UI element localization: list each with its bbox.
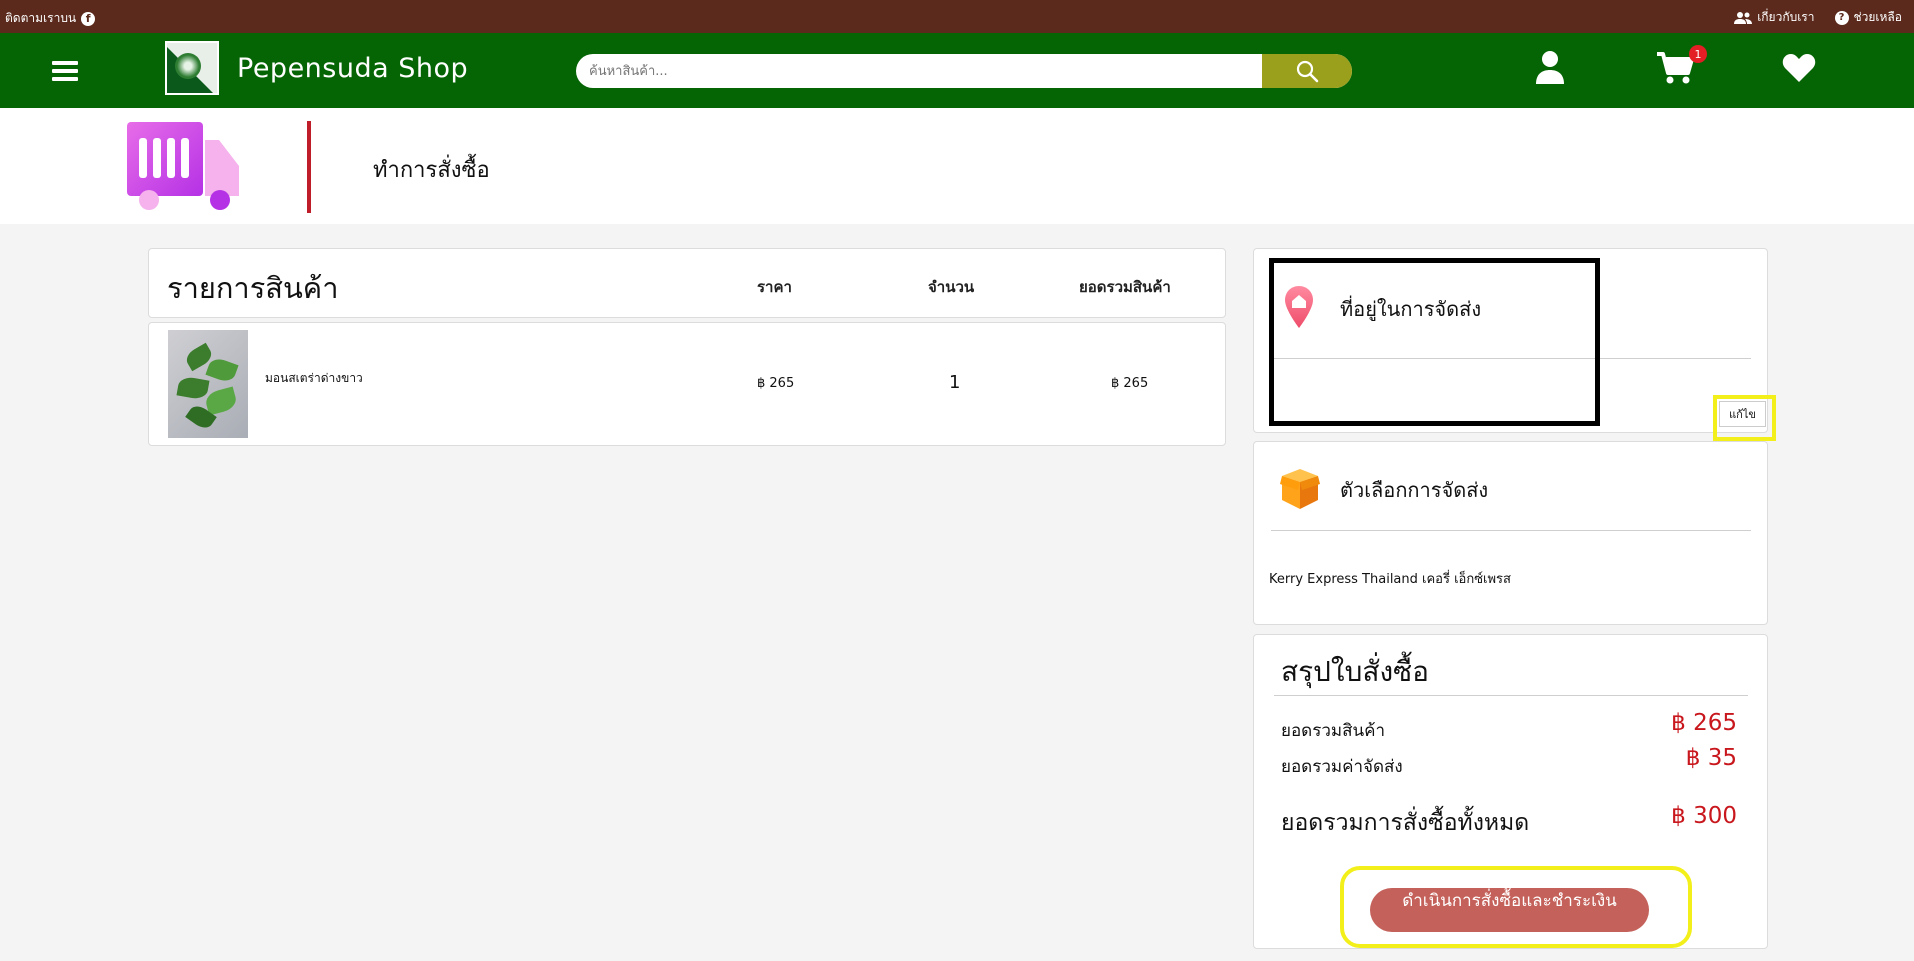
items-header: รายการสินค้า ราคา จำนวน ยอดรวมสินค้า bbox=[148, 248, 1226, 318]
redaction-box bbox=[1269, 258, 1600, 426]
items-heading: รายการสินค้า bbox=[167, 271, 339, 305]
user-icon[interactable] bbox=[1536, 50, 1564, 88]
grand-total-label: ยอดรวมการสั่งซื้อทั้งหมด bbox=[1281, 810, 1530, 836]
product-subtotal: ฿ 265 bbox=[1111, 376, 1149, 391]
column-qty: จำนวน bbox=[928, 278, 975, 296]
search-input[interactable] bbox=[576, 54, 1262, 88]
main-navbar: Pepensuda Shop 1 bbox=[0, 33, 1914, 108]
brand-name[interactable]: Pepensuda Shop bbox=[237, 53, 468, 84]
summary-title: สรุปใบสั่งซื้อ bbox=[1281, 655, 1429, 688]
shipping-total-amount: ฿ 35 bbox=[1685, 745, 1737, 771]
products-total-amount: ฿ 265 bbox=[1671, 710, 1737, 736]
product-name[interactable]: มอนสเตร่าด่างขาว bbox=[265, 369, 363, 388]
table-row: มอนสเตร่าด่างขาว ฿ 265 1 ฿ 265 bbox=[148, 322, 1226, 446]
truck-icon bbox=[127, 122, 239, 210]
facebook-icon[interactable]: f bbox=[81, 11, 96, 26]
products-total-label: ยอดรวมสินค้า bbox=[1281, 721, 1386, 741]
product-qty: 1 bbox=[949, 372, 961, 393]
menu-icon[interactable] bbox=[52, 61, 78, 81]
about-link[interactable]: เกี่ยวกับเรา bbox=[1734, 8, 1815, 27]
grand-total-amount: ฿ 300 bbox=[1671, 803, 1737, 829]
divider bbox=[1274, 695, 1748, 696]
search-button[interactable] bbox=[1262, 54, 1352, 88]
divider bbox=[1271, 530, 1751, 531]
shop-logo[interactable] bbox=[165, 41, 219, 95]
box-icon bbox=[1280, 469, 1320, 509]
search-bar bbox=[576, 54, 1352, 88]
help-link[interactable]: ? ช่วยเหลือ bbox=[1834, 8, 1903, 27]
follow-us[interactable]: ติดตามเราบน f bbox=[5, 9, 96, 28]
question-icon: ? bbox=[1834, 10, 1849, 25]
divider-bar bbox=[307, 121, 311, 213]
heart-icon[interactable] bbox=[1782, 53, 1816, 87]
cart-count-badge: 1 bbox=[1689, 45, 1707, 63]
shipping-options-card: ตัวเลือกการจัดส่ง Kerry Express Thailand… bbox=[1253, 441, 1768, 625]
top-bar: ติดตามเราบน f เกี่ยวกับเรา ? ช่วยเหลือ bbox=[0, 0, 1914, 33]
product-image[interactable] bbox=[168, 330, 248, 438]
help-label: ช่วยเหลือ bbox=[1853, 10, 1903, 24]
product-price: ฿ 265 bbox=[757, 376, 795, 391]
shipping-address-card: ที่อยู่ในการจัดส่ง bbox=[1253, 248, 1768, 433]
cart-icon[interactable] bbox=[1656, 51, 1694, 89]
carrier-name[interactable]: Kerry Express Thailand เคอรี่ เอ็กซ์เพรส bbox=[1269, 568, 1511, 589]
follow-label: ติดตามเราบน bbox=[5, 11, 77, 25]
checkout-button[interactable]: ดำเนินการสั่งซื้อและชำระเงิน bbox=[1370, 888, 1649, 932]
shipping-options-label: ตัวเลือกการจัดส่ง bbox=[1340, 478, 1489, 502]
about-label: เกี่ยวกับเรา bbox=[1757, 10, 1815, 24]
column-subtotal: ยอดรวมสินค้า bbox=[1079, 278, 1171, 296]
search-icon bbox=[1296, 60, 1319, 83]
shipping-total-label: ยอดรวมค่าจัดส่ง bbox=[1281, 757, 1403, 777]
column-price: ราคา bbox=[757, 278, 792, 296]
page-title: ทำการสั่งซื้อ bbox=[373, 158, 490, 183]
users-icon bbox=[1734, 12, 1753, 24]
edit-address-button[interactable]: แก้ไข bbox=[1719, 401, 1766, 427]
page-header: ทำการสั่งซื้อ bbox=[0, 108, 1914, 224]
